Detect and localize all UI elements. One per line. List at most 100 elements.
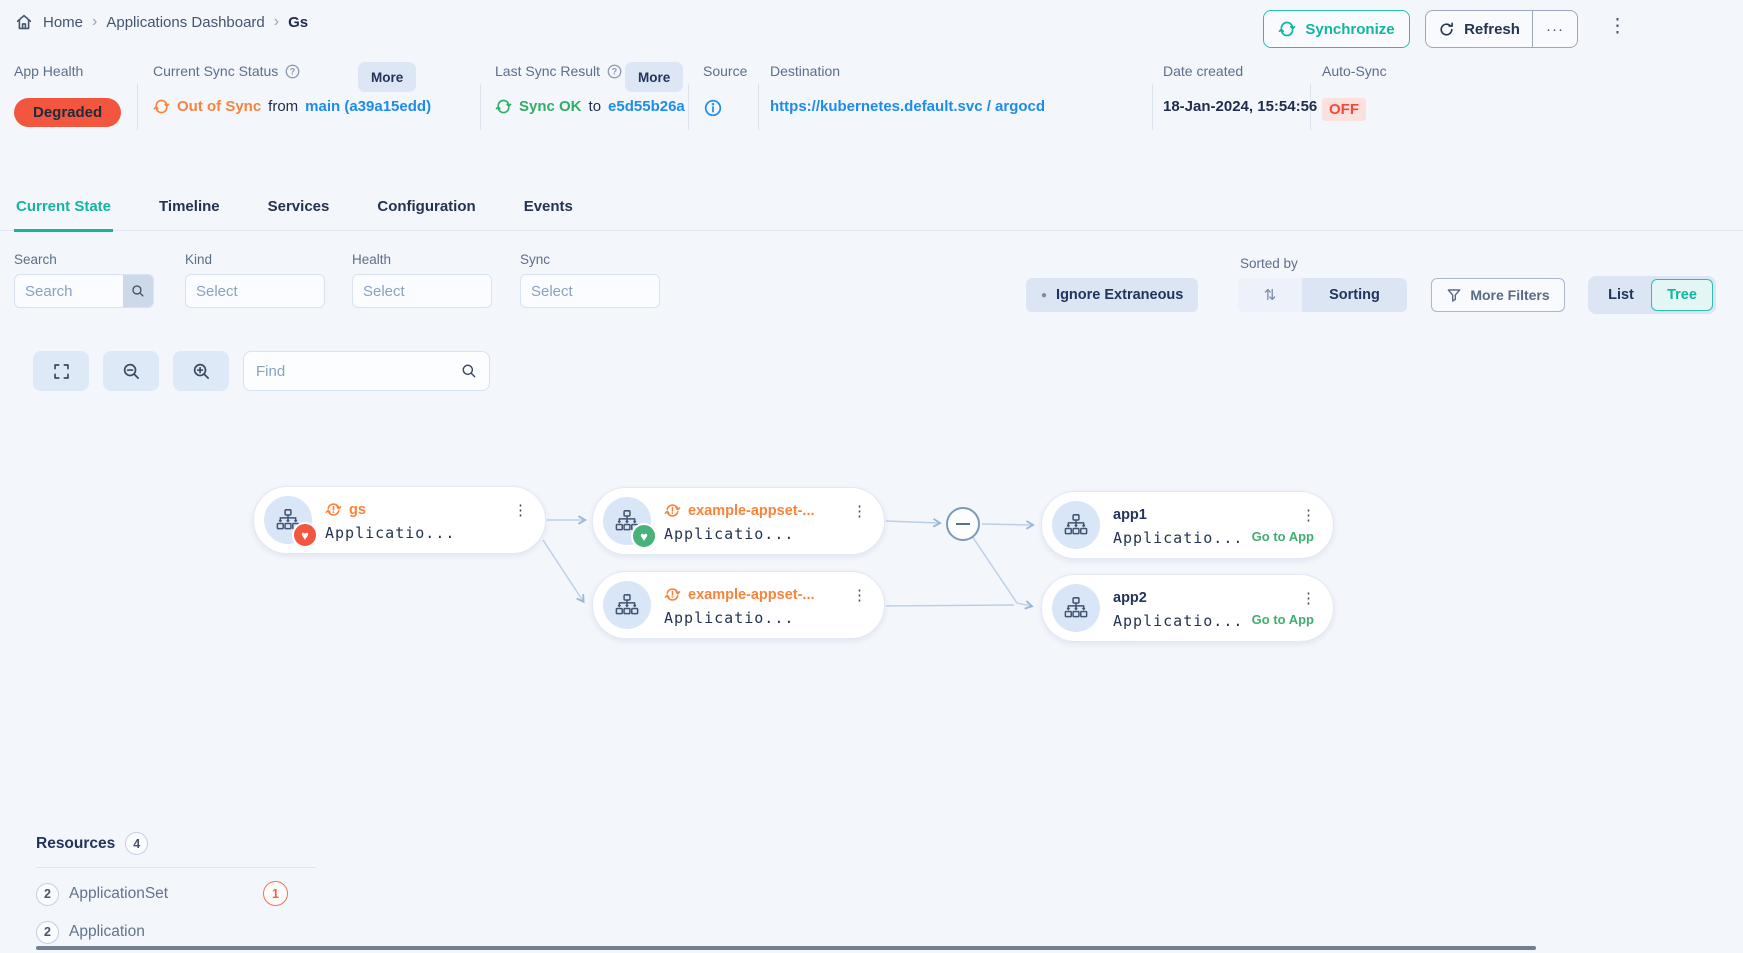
health-select[interactable] <box>353 275 491 307</box>
view-toggle-tree[interactable]: Tree <box>1651 279 1713 311</box>
refresh-more-options-button[interactable]: ··· <box>1533 11 1577 47</box>
refresh-button-group: Refresh ··· <box>1425 10 1578 48</box>
info-icon[interactable] <box>703 98 723 118</box>
tab-events[interactable]: Events <box>522 198 575 232</box>
health-label: Health <box>352 252 492 267</box>
search-submit-button[interactable] <box>123 275 153 307</box>
node-kebab-menu-button[interactable]: ⋮ <box>513 501 528 519</box>
more-filters-label: More Filters <box>1470 287 1549 303</box>
tab-configuration[interactable]: Configuration <box>375 198 477 232</box>
synchronize-button[interactable]: Synchronize <box>1263 10 1410 48</box>
last-sync-revision-link[interactable]: e5d55b26a <box>608 98 685 115</box>
breadcrumb-current-app: Gs <box>288 14 308 31</box>
search-icon <box>131 284 145 298</box>
sorting-label: Sorting <box>1302 287 1407 303</box>
out-of-sync-icon <box>325 501 342 518</box>
graph-node-example-appset-2[interactable]: example-appset-... Applicatio... ⋮ <box>592 571 885 639</box>
sync-ok-icon <box>495 98 512 115</box>
tab-services[interactable]: Services <box>266 198 332 232</box>
breadcrumb: Home › Applications Dashboard › Gs <box>14 12 308 32</box>
kind-select[interactable] <box>186 275 324 307</box>
breadcrumb-applications-dashboard[interactable]: Applications Dashboard <box>106 14 264 31</box>
resources-title: Resources <box>36 835 115 853</box>
graph-node-gs[interactable]: ♥ gs Applicatio... ⋮ <box>253 486 546 554</box>
auto-sync-column: Auto-Sync OFF <box>1322 60 1387 82</box>
last-sync-result-value: Sync OK <box>519 98 582 115</box>
more-filters-button[interactable]: More Filters <box>1431 278 1565 312</box>
zoom-out-button[interactable] <box>103 351 159 391</box>
view-toggle: List Tree <box>1588 276 1716 314</box>
search-input[interactable] <box>15 275 123 307</box>
current-sync-revision-link[interactable]: main (a39a15edd) <box>305 98 431 115</box>
node-name: example-appset-... <box>688 503 815 519</box>
app-health-status-badge: Degraded <box>14 98 121 127</box>
heart-icon: ♥ <box>301 529 309 542</box>
node-kebab-menu-button[interactable]: ⋮ <box>852 502 867 520</box>
go-to-app-link[interactable]: Go to App <box>1252 529 1314 544</box>
resource-row-applicationset[interactable]: 2 ApplicationSet 1 <box>36 882 356 906</box>
resource-label[interactable]: Application <box>69 923 145 941</box>
destination-link[interactable]: https://kubernetes.default.svc / argocd <box>770 98 1045 115</box>
chevron-right-icon: › <box>92 14 97 30</box>
help-icon[interactable] <box>606 63 623 80</box>
kebab-icon: ⋮ <box>852 503 867 520</box>
sync-icon <box>1278 20 1296 38</box>
kebab-icon: ⋮ <box>1301 507 1316 524</box>
home-icon[interactable] <box>14 12 34 32</box>
help-icon[interactable] <box>284 63 301 80</box>
divider <box>480 84 481 130</box>
refresh-icon <box>1438 21 1455 38</box>
page-kebab-menu-button[interactable]: ⋮ <box>1608 14 1627 41</box>
go-to-app-link[interactable]: Go to App <box>1252 612 1314 627</box>
resource-alert-badge[interactable]: 1 <box>263 881 288 906</box>
resource-count-badge: 2 <box>36 921 59 944</box>
destination-label: Destination <box>770 60 840 82</box>
refresh-button[interactable]: Refresh <box>1426 11 1533 47</box>
resource-count-badge: 2 <box>36 883 59 906</box>
sync-filter-field: Sync <box>520 252 660 308</box>
heart-icon: ♥ <box>640 530 648 543</box>
from-text: from <box>268 98 298 115</box>
find-field <box>243 351 490 391</box>
current-sync-status-column: Current Sync Status Out of Sync from mai… <box>153 60 301 82</box>
graph-node-app2[interactable]: app2 Applicatio... ⋮ Go to App <box>1041 574 1334 642</box>
top-bar: Home › Applications Dashboard › Gs Synch… <box>0 0 1743 56</box>
tab-current-state[interactable]: Current State <box>14 198 113 232</box>
out-of-sync-icon <box>153 98 170 115</box>
source-label: Source <box>703 60 747 82</box>
fullscreen-button[interactable] <box>33 351 89 391</box>
node-kind: Applicatio... <box>1113 612 1243 630</box>
zoom-in-button[interactable] <box>173 351 229 391</box>
sync-select[interactable] <box>521 275 659 307</box>
collapse-children-button[interactable] <box>946 507 980 541</box>
sorted-by-label: Sorted by <box>1240 256 1298 271</box>
last-sync-more-button[interactable]: More <box>625 62 683 92</box>
graph-node-app1[interactable]: app1 Applicatio... ⋮ Go to App <box>1041 491 1334 559</box>
sorting-dropdown[interactable]: ⇅ Sorting <box>1238 278 1407 312</box>
node-kebab-menu-button[interactable]: ⋮ <box>852 586 867 604</box>
application-set-icon <box>603 581 651 629</box>
ignore-extraneous-label: Ignore Extraneous <box>1056 287 1183 303</box>
resource-label[interactable]: ApplicationSet <box>69 885 168 903</box>
date-created-label: Date created <box>1163 60 1243 82</box>
breadcrumb-home[interactable]: Home <box>43 14 83 31</box>
chevron-right-icon: › <box>274 14 279 30</box>
resource-row-application[interactable]: 2 Application <box>36 920 356 944</box>
ignore-extraneous-toggle[interactable]: ● Ignore Extraneous <box>1026 278 1198 312</box>
tab-timeline[interactable]: Timeline <box>157 198 222 232</box>
zoom-out-icon <box>122 362 141 381</box>
horizontal-scrollbar[interactable] <box>36 946 1536 950</box>
current-sync-more-button[interactable]: More <box>358 62 416 92</box>
node-kebab-menu-button[interactable]: ⋮ <box>1301 589 1316 607</box>
node-name: example-appset-... <box>688 587 815 603</box>
tab-bar: Current State Timeline Services Configur… <box>0 180 1743 231</box>
to-text: to <box>589 98 602 115</box>
refresh-label: Refresh <box>1464 21 1520 38</box>
sort-order-icon: ⇅ <box>1238 278 1302 312</box>
node-name: app2 <box>1113 590 1147 606</box>
view-toggle-list[interactable]: List <box>1591 279 1651 311</box>
node-kebab-menu-button[interactable]: ⋮ <box>1301 506 1316 524</box>
find-input[interactable] <box>256 363 461 380</box>
divider <box>688 84 689 130</box>
graph-node-example-appset-1[interactable]: ♥ example-appset-... Applicatio... ⋮ <box>592 487 885 555</box>
